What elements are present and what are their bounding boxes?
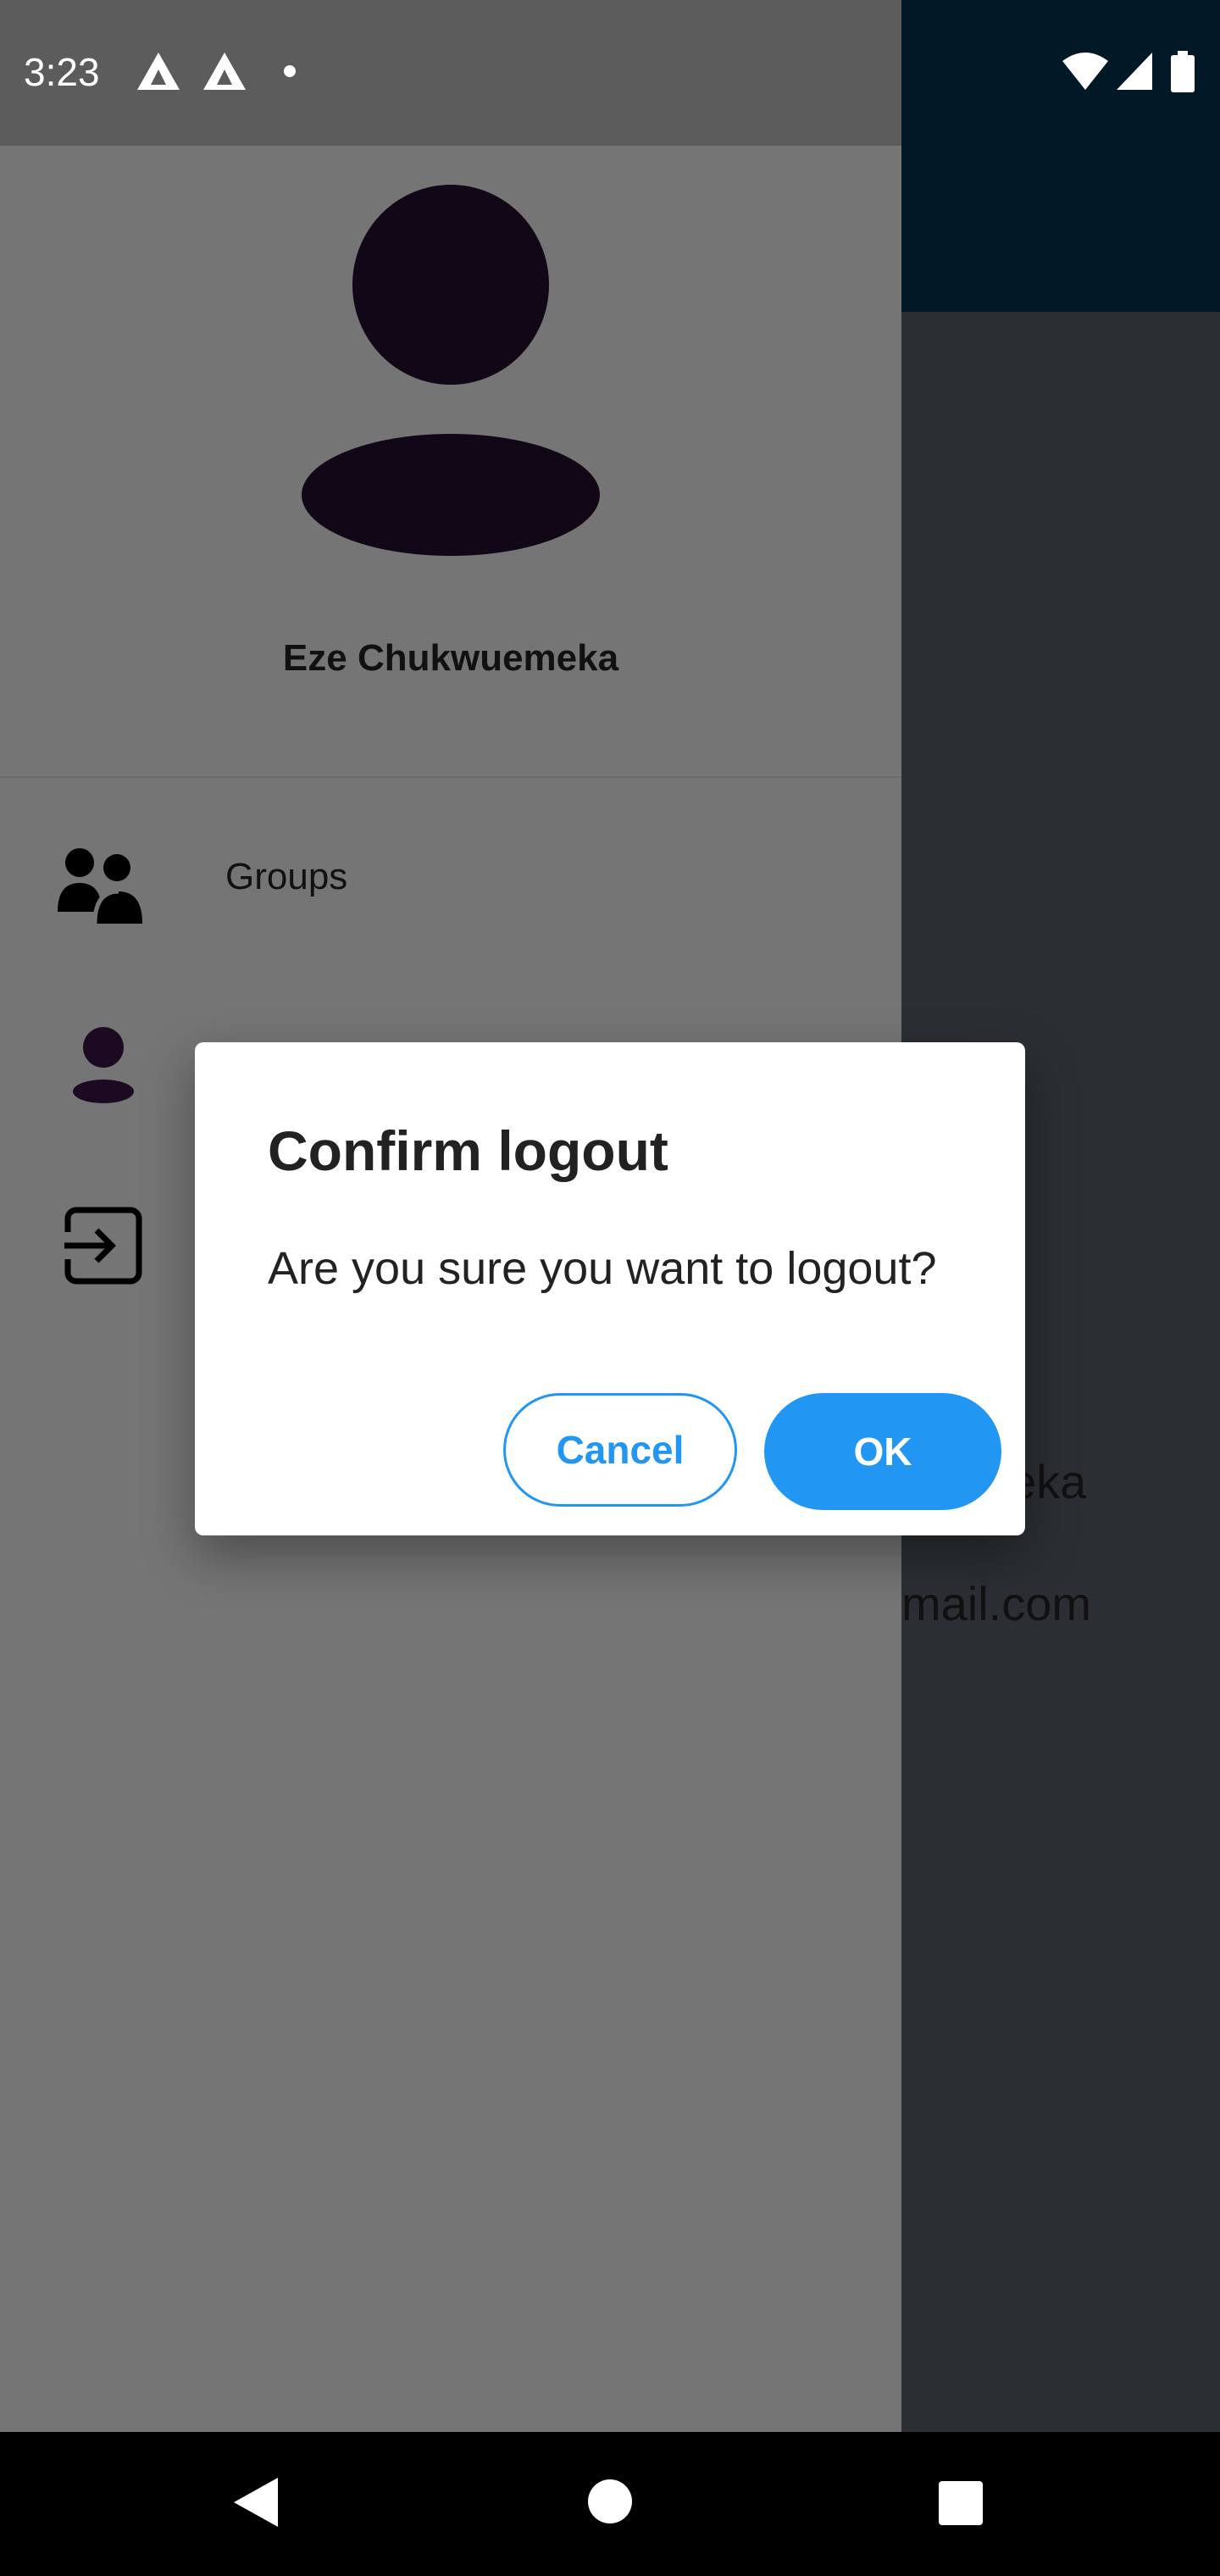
groups-icon xyxy=(58,848,142,924)
wifi-icon xyxy=(1062,53,1108,90)
drawer-item-label: Groups xyxy=(225,856,348,897)
dot-icon xyxy=(284,65,296,77)
status-bar: 3:23 xyxy=(0,0,1220,146)
confirm-logout-dialog: Confirm logout Are you sure you want to … xyxy=(195,1042,1025,1535)
dialog-message: Are you sure you want to logout? xyxy=(268,1243,937,1294)
ok-button[interactable]: OK xyxy=(764,1393,1001,1510)
status-time: 3:23 xyxy=(24,50,100,94)
logout-icon xyxy=(64,1207,142,1285)
background-email-text: mail.com xyxy=(901,1577,1092,1630)
home-icon[interactable] xyxy=(586,2478,634,2525)
dialog-title: Confirm logout xyxy=(268,1119,668,1182)
system-nav-bar xyxy=(0,2432,1220,2576)
cancel-button[interactable]: Cancel xyxy=(503,1393,737,1507)
battery-icon xyxy=(1171,51,1195,92)
cell-signal-icon xyxy=(1117,53,1152,90)
drawer-user-name: Eze Chukwuemeka xyxy=(282,637,619,679)
notification-a-icon xyxy=(137,53,180,90)
divider xyxy=(0,776,901,778)
app-top-bar xyxy=(901,146,1220,312)
back-icon[interactable] xyxy=(230,2474,281,2530)
drawer-item-groups[interactable]: Groups xyxy=(0,820,901,939)
avatar xyxy=(352,185,549,385)
profile-icon xyxy=(73,1027,134,1103)
notification-a-icon xyxy=(203,53,246,90)
recents-icon[interactable] xyxy=(937,2479,984,2527)
avatar-body xyxy=(302,434,600,556)
